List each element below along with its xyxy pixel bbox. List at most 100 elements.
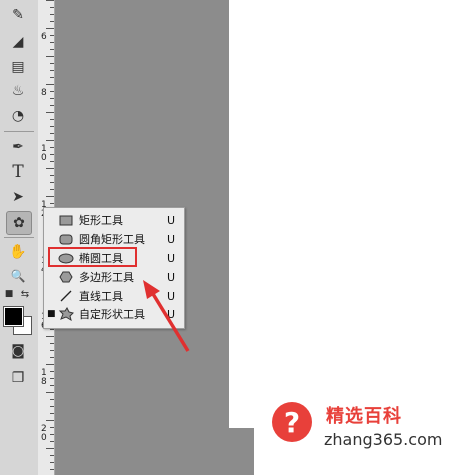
swap-colors-icon[interactable]: ⇆ — [18, 287, 32, 301]
ruler-tick — [50, 371, 54, 372]
ruler-label: 8 — [41, 88, 47, 98]
watermark-url: zhang365.com — [324, 430, 443, 449]
ruler-tick — [50, 63, 54, 64]
ruler-tick — [46, 336, 54, 337]
watermark-title: 精选百科 — [326, 406, 402, 427]
ruler-tick — [50, 434, 54, 435]
pen-icon[interactable]: ✒ — [6, 136, 30, 158]
shortcut-key: U — [167, 289, 176, 303]
ruler-tick — [46, 112, 54, 113]
menu-item-line-tool[interactable]: 直线工具 U — [44, 287, 184, 305]
ruler-tick — [50, 119, 54, 120]
menu-item-label: 圆角矩形工具 — [79, 233, 145, 246]
ruler-tick — [50, 441, 54, 442]
question-mark-logo-icon: ? — [272, 402, 312, 442]
ruler-tick — [50, 343, 54, 344]
ruler-tick — [50, 161, 54, 162]
ruler-tick — [46, 140, 54, 141]
ruler-tick — [50, 42, 54, 43]
ruler-tick — [50, 14, 54, 15]
ruler-tick — [50, 91, 54, 92]
ruler-tick — [50, 154, 54, 155]
brush-icon[interactable]: ✎ — [6, 4, 30, 26]
ruler-tick — [46, 168, 54, 169]
ruler-tick — [50, 175, 54, 176]
ruler-tick — [46, 448, 54, 449]
ruler-tick — [50, 189, 54, 190]
ruler-tick — [46, 56, 54, 57]
shortcut-key: U — [167, 270, 176, 284]
zoom-icon[interactable]: 🔍 — [6, 265, 30, 287]
menu-item-custom-shape-tool[interactable]: ■ 自定形状工具 U — [44, 305, 184, 323]
menu-item-label: 多边形工具 — [79, 271, 134, 284]
shortcut-key: U — [167, 213, 176, 227]
line-icon — [58, 290, 74, 302]
shortcut-key: U — [167, 232, 176, 246]
tools-panel: ✎ ◢ ▤ ♨ ◔ ✒ T ➤ ✿ ✋ 🔍 ■ ⇆ ◙ ❐ — [0, 0, 39, 475]
ruler-tick — [50, 399, 54, 400]
foreground-color-swatch[interactable] — [3, 306, 24, 327]
polygon-icon — [58, 271, 74, 283]
ruler-tick — [50, 357, 54, 358]
menu-item-rounded-rectangle-tool[interactable]: 圆角矩形工具 U — [44, 230, 184, 248]
ruler-tick — [50, 77, 54, 78]
rounded-rectangle-icon — [58, 233, 74, 245]
ruler-tick — [50, 462, 54, 463]
ruler-tick — [50, 469, 54, 470]
ruler-tick — [50, 105, 54, 106]
annotation-highlight-box — [48, 247, 137, 267]
ruler-tick — [46, 392, 54, 393]
ruler-label: 1 8 — [41, 368, 47, 387]
menu-item-label: 矩形工具 — [79, 214, 123, 227]
custom-shape-icon — [58, 307, 74, 321]
watermark-logo: ? 精选百科 zhang365.com — [254, 390, 459, 475]
ruler-tick — [50, 385, 54, 386]
menu-item-label: 直线工具 — [79, 290, 123, 303]
ruler-tick — [50, 427, 54, 428]
ruler-tick — [46, 28, 54, 29]
canvas-document[interactable] — [229, 0, 459, 428]
ruler-tick — [50, 70, 54, 71]
ruler-tick — [50, 126, 54, 127]
ruler-tick — [50, 203, 54, 204]
menu-item-rectangle-tool[interactable]: 矩形工具 U — [44, 211, 184, 229]
ruler-tick — [50, 21, 54, 22]
hand-icon[interactable]: ✋ — [6, 241, 30, 263]
path-select-icon[interactable]: ➤ — [6, 186, 30, 208]
ruler-tick — [50, 406, 54, 407]
rectangle-icon — [58, 214, 74, 226]
ruler-tick — [50, 133, 54, 134]
ruler-tick — [50, 182, 54, 183]
ruler-tick — [50, 350, 54, 351]
ruler-tick — [46, 420, 54, 421]
ruler-tick — [50, 455, 54, 456]
ruler-label: 1 0 — [41, 144, 47, 163]
tool-separator — [4, 237, 34, 238]
ruler-label: 6 — [41, 32, 47, 42]
quick-mask-icon[interactable]: ◙ — [6, 340, 30, 362]
shortcut-key: U — [167, 251, 176, 265]
blur-icon[interactable]: ♨ — [6, 80, 30, 102]
ruler-tick — [50, 35, 54, 36]
ruler-tick — [46, 196, 54, 197]
menu-item-label: 自定形状工具 — [79, 308, 145, 321]
ruler-tick — [50, 49, 54, 50]
ruler-tick — [50, 378, 54, 379]
selected-bullet-icon: ■ — [47, 309, 56, 319]
type-icon[interactable]: T — [6, 161, 30, 183]
ruler-tick — [46, 364, 54, 365]
gradient-icon[interactable]: ▤ — [6, 56, 30, 78]
eraser-icon[interactable]: ◢ — [6, 31, 30, 53]
screen-mode-icon[interactable]: ❐ — [6, 367, 30, 389]
shortcut-key: U — [167, 307, 176, 321]
menu-item-polygon-tool[interactable]: 多边形工具 U — [44, 268, 184, 286]
ruler-tick — [50, 98, 54, 99]
shape-tool-icon[interactable]: ✿ — [6, 211, 32, 235]
ruler-tick — [50, 7, 54, 8]
shape-tools-flyout-menu: 矩形工具 U 圆角矩形工具 U 椭圆工具 U 多边形工具 U 直线工具 U ■ … — [43, 207, 185, 329]
ruler-tick — [46, 84, 54, 85]
ruler-tick — [50, 413, 54, 414]
dodge-icon[interactable]: ◔ — [6, 105, 30, 127]
default-colors-icon[interactable]: ■ — [2, 287, 16, 301]
ruler-tick — [50, 147, 54, 148]
